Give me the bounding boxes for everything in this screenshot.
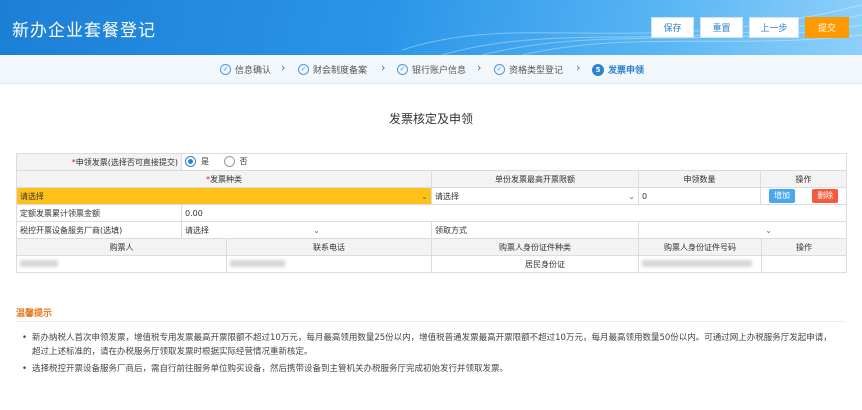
page-title: 新办企业套餐登记 (12, 21, 156, 41)
fixed-amount-label: 定额发票累计领票金额 (16, 204, 182, 222)
step-qualification[interactable]: ✓ 资格类型登记 (494, 63, 563, 76)
redacted-text (20, 259, 58, 267)
vendor-label: 税控开票设备服务厂商(选填) (16, 221, 182, 239)
buyer-phone-cell[interactable] (226, 255, 432, 273)
vendor-select[interactable]: 请选择 ⌄ (181, 221, 432, 239)
step-label: 银行账户信息 (412, 66, 467, 76)
redacted-text (230, 259, 285, 267)
limit-select[interactable]: 请选择 ⌄ (431, 187, 639, 205)
submit-button[interactable]: 提交 (805, 17, 849, 38)
radio-no[interactable]: 否 (223, 155, 248, 167)
prev-step-button[interactable]: 上一步 (749, 17, 799, 38)
chevron-right-icon: › (576, 61, 581, 74)
id-type-select[interactable]: 居民身份证⌄ (431, 255, 639, 273)
select-value: 请选择 (185, 225, 209, 235)
chevron-right-icon: › (477, 61, 482, 74)
select-value: 居民身份证 (525, 259, 565, 269)
check-icon: ✓ (298, 64, 309, 75)
buyer-name-cell[interactable] (16, 255, 227, 273)
quantity-input[interactable]: 0 (638, 187, 761, 205)
col-quantity: 申领数量 (638, 170, 761, 188)
step-label: 资格类型登记 (509, 66, 564, 76)
chevron-down-icon: ⌄ (421, 191, 428, 201)
chevron-down-icon: ⌄ (628, 191, 635, 201)
invoice-type-select[interactable]: 请选择 ⌄ (16, 187, 432, 205)
tips-title: 温馨提示 (16, 309, 53, 319)
bullet: • (22, 364, 28, 374)
step-number-icon: 5 (592, 63, 604, 76)
row-actions: 增加 删除 (759, 187, 848, 205)
buyer-row-actions (760, 255, 848, 273)
step-bar: ✓ 信息确认 › ✓ 财会制度备案 › ✓ 银行账户信息 › ✓ 资格类型登记 … (0, 55, 862, 84)
header-bar: 新办企业套餐登记 保存 重置 上一步 提交 (0, 0, 862, 55)
apply-invoice-label: *申领发票(选择否可直接提交) (16, 153, 182, 171)
save-button[interactable]: 保存 (651, 17, 694, 38)
radio-checked-icon (185, 155, 196, 167)
step-accounting-filing[interactable]: ✓ 财会制度备案 (298, 63, 367, 76)
receive-method-label: 领取方式 (431, 221, 639, 239)
bullet: • (22, 333, 28, 343)
col-id-type: 购票人身份证件种类 (431, 238, 639, 256)
check-icon: ✓ (397, 64, 408, 75)
tip-text: 选择税控开票设备服务厂商后，需自行前往服务单位购买设备，然后携带设备到主管机关办… (32, 364, 509, 374)
tip-item: • 新办纳税人首次申领发票，增值税专用发票最高开票限额不超过10万元，每月最高领… (22, 331, 840, 359)
radio-yes[interactable]: 是 (185, 155, 209, 167)
step-bank-account[interactable]: ✓ 银行账户信息 (397, 63, 466, 76)
invoice-form-table: *申领发票(选择否可直接提交) 是 否 *发票种类 单份发票最高开票限额 申领数… (16, 153, 848, 273)
divider (16, 321, 846, 322)
radio-unchecked-icon (223, 155, 235, 167)
delete-button[interactable]: 删除 (812, 189, 839, 203)
chevron-right-icon: › (281, 61, 286, 74)
select-value: 请选择 (20, 191, 44, 201)
chevron-right-icon: › (381, 61, 386, 74)
redacted-text (642, 259, 752, 267)
select-value: 请选择 (435, 191, 459, 201)
step-info-confirm[interactable]: ✓ 信息确认 (220, 63, 271, 76)
col-limit: 单份发票最高开票限额 (431, 170, 639, 188)
check-icon: ✓ (494, 64, 505, 75)
section-title: 发票核定及申领 (388, 112, 473, 126)
receive-method-select[interactable]: ⌄ (637, 221, 848, 239)
check-icon: ✓ (220, 64, 231, 75)
apply-invoice-radios: 是 否 (181, 153, 848, 171)
col-buyer-operation: 操作 (760, 238, 848, 256)
tip-text: 新办纳税人首次申领发票，增值税专用发票最高开票限额不超过10万元，每月最高领用数… (32, 333, 832, 357)
col-operation: 操作 (759, 170, 848, 188)
step-invoice-apply[interactable]: 5 发票申领 (592, 63, 644, 76)
reset-button[interactable]: 重置 (700, 17, 743, 38)
col-id-number: 购票人身份证件号码 (638, 238, 762, 256)
chevron-down-icon: ⌄ (313, 225, 320, 235)
id-number-cell[interactable] (638, 255, 762, 273)
col-buyer: 购票人 (16, 238, 227, 256)
step-label: 财会制度备案 (313, 66, 368, 76)
step-label: 发票申领 (608, 66, 645, 76)
fixed-amount-value: 0.00 (180, 204, 848, 222)
col-phone: 联系电话 (226, 238, 432, 256)
step-label: 信息确认 (235, 66, 272, 76)
col-invoice-type: *发票种类 (16, 170, 432, 188)
add-button[interactable]: 增加 (768, 189, 795, 203)
tip-item: • 选择税控开票设备服务厂商后，需自行前往服务单位购买设备，然后携带设备到主管机… (22, 362, 840, 376)
chevron-down-icon: ⌄ (765, 225, 772, 235)
